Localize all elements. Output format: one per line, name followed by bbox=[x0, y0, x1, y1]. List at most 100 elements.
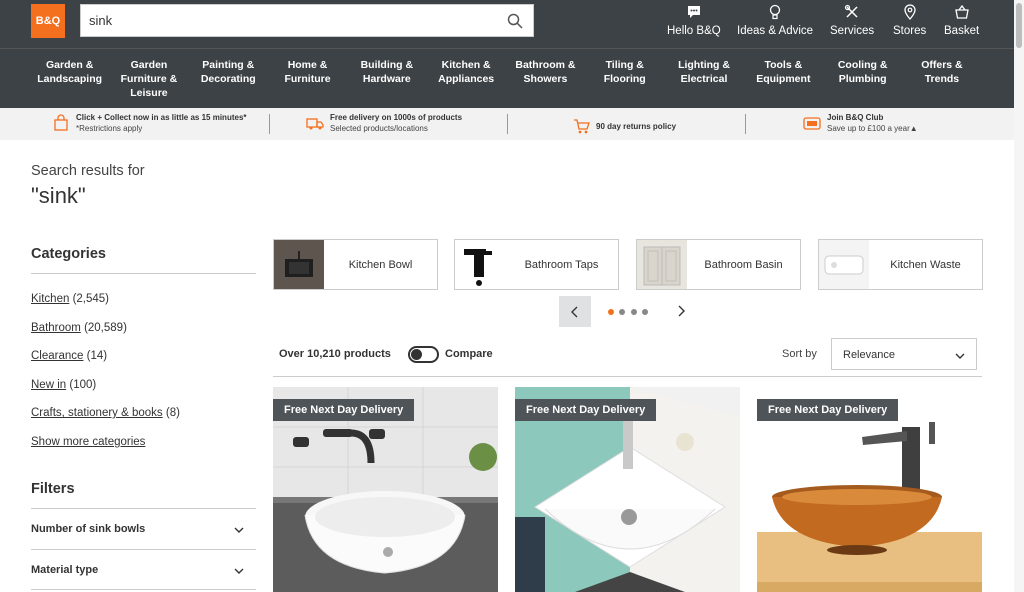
top-nav-basket[interactable]: Basket bbox=[944, 4, 979, 44]
carousel-dot-active[interactable] bbox=[608, 309, 614, 315]
category-bathroom-showers[interactable]: Bathroom & Showers bbox=[506, 49, 585, 108]
search-bar bbox=[80, 4, 534, 37]
filter-material-type[interactable]: Material type bbox=[31, 564, 256, 576]
club-card-icon bbox=[803, 117, 821, 130]
tile-bathroom-taps[interactable]: Bathroom Taps bbox=[454, 239, 619, 290]
product-card[interactable]: Free Next Day Delivery bbox=[515, 387, 740, 592]
free-delivery-badge: Free Next Day Delivery bbox=[515, 399, 657, 421]
results-query: "sink" bbox=[31, 183, 86, 208]
show-more-label[interactable]: Show more categories bbox=[31, 436, 145, 448]
sidebar-category-new-in[interactable]: New in (100) bbox=[31, 379, 96, 391]
location-pin-icon bbox=[903, 4, 916, 20]
category-link-name[interactable]: Bathroom bbox=[31, 322, 81, 334]
bulb-icon bbox=[769, 4, 781, 20]
chat-icon bbox=[687, 6, 700, 18]
product-card[interactable]: Free Next Day Delivery bbox=[273, 387, 498, 592]
promo-divider bbox=[507, 114, 508, 134]
top-nav-label: Stores bbox=[893, 25, 927, 37]
category-link-name[interactable]: Clearance bbox=[31, 350, 83, 362]
search-input[interactable] bbox=[81, 5, 481, 36]
promo-subtitle: Selected products/locations bbox=[330, 124, 428, 133]
filter-number-of-sink-bowls[interactable]: Number of sink bowls bbox=[31, 523, 256, 535]
category-count: (2,545) bbox=[72, 293, 109, 305]
category-lighting-electrical[interactable]: Lighting & Electrical bbox=[664, 49, 743, 108]
top-nav-label: Ideas & Advice bbox=[737, 25, 814, 37]
search-icon[interactable] bbox=[507, 13, 523, 29]
category-nav: Garden & Landscaping Garden Furniture & … bbox=[0, 48, 1014, 108]
sort-select[interactable]: Relevance bbox=[831, 338, 977, 370]
category-tools-equipment[interactable]: Tools & Equipment bbox=[744, 49, 823, 108]
sidebar-category-kitchen[interactable]: Kitchen (2,545) bbox=[31, 293, 109, 305]
chevron-down-icon bbox=[955, 353, 965, 359]
category-cooling-plumbing[interactable]: Cooling & Plumbing bbox=[823, 49, 902, 108]
filters-title: Filters bbox=[31, 481, 75, 497]
promo-title: 90 day returns policy bbox=[596, 121, 677, 131]
divider bbox=[31, 508, 256, 509]
page-scrollbar[interactable] bbox=[1014, 0, 1024, 592]
category-painting-decorating[interactable]: Painting & Decorating bbox=[189, 49, 268, 108]
show-more-categories-link[interactable]: Show more categories bbox=[31, 436, 145, 448]
chevron-down-icon bbox=[234, 527, 244, 533]
category-home-furniture[interactable]: Home & Furniture bbox=[268, 49, 347, 108]
kitchen-bowl-thumbnail bbox=[274, 240, 324, 289]
free-delivery-badge: Free Next Day Delivery bbox=[273, 399, 415, 421]
results-heading: Search results for bbox=[31, 163, 145, 179]
promo-title: Free delivery on 1000s of products bbox=[330, 113, 463, 122]
tile-label: Kitchen Bowl bbox=[348, 258, 413, 271]
category-tiling-flooring[interactable]: Tiling & Flooring bbox=[585, 49, 664, 108]
promo-free-delivery[interactable]: Free delivery on 1000s of products Select… bbox=[306, 113, 462, 133]
promo-subtitle: Save up to £100 a year▲ bbox=[827, 124, 918, 133]
product-card[interactable]: Free Next Day Delivery bbox=[757, 387, 982, 592]
promo-title: Join B&Q Club bbox=[827, 113, 884, 122]
bq-logo[interactable]: B&Q bbox=[31, 4, 65, 38]
top-nav-hello-bq[interactable]: Hello B&Q bbox=[667, 4, 721, 44]
carousel-prev-button[interactable] bbox=[559, 296, 591, 327]
promo-returns[interactable]: 90 day returns policy bbox=[572, 117, 676, 135]
basket-icon bbox=[954, 4, 969, 19]
tile-label: Bathroom Basin bbox=[704, 258, 783, 271]
carousel-dot[interactable] bbox=[642, 309, 648, 315]
divider bbox=[31, 549, 256, 550]
top-nav-ideas-advice[interactable]: Ideas & Advice bbox=[737, 4, 813, 44]
category-garden-furniture[interactable]: Garden Furniture & Leisure bbox=[109, 49, 188, 108]
tile-bathroom-basin[interactable]: Bathroom Basin bbox=[636, 239, 801, 290]
carousel-dot[interactable] bbox=[619, 309, 625, 315]
sidebar-category-crafts[interactable]: Crafts, stationery & books (8) bbox=[31, 407, 180, 419]
promo-bar: Click + Collect now in as little as 15 m… bbox=[0, 108, 1014, 140]
category-count: (14) bbox=[86, 350, 108, 362]
top-nav-label: Basket bbox=[944, 25, 980, 37]
tile-label: Kitchen Waste bbox=[890, 258, 961, 271]
category-link-name[interactable]: New in bbox=[31, 379, 66, 391]
top-nav-stores[interactable]: Stores bbox=[893, 4, 926, 44]
category-building-hardware[interactable]: Building & Hardware bbox=[347, 49, 426, 108]
tile-kitchen-bowl[interactable]: Kitchen Bowl bbox=[273, 239, 438, 290]
category-offers-trends[interactable]: Offers & Trends bbox=[902, 49, 981, 108]
bathroom-taps-thumbnail bbox=[455, 240, 505, 289]
promo-title: Click + Collect now in as little as 15 m… bbox=[76, 113, 247, 122]
compare-toggle[interactable] bbox=[408, 346, 439, 363]
scrollbar-thumb[interactable] bbox=[1016, 3, 1022, 48]
carousel-next-button[interactable] bbox=[674, 303, 688, 319]
toolbar-divider bbox=[273, 376, 982, 377]
promo-bq-club[interactable]: Join B&Q Club Save up to £100 a year▲ bbox=[803, 113, 918, 133]
sidebar-category-bathroom[interactable]: Bathroom (20,589) bbox=[31, 322, 127, 334]
category-count: (100) bbox=[69, 379, 97, 391]
category-kitchen-appliances[interactable]: Kitchen & Appliances bbox=[426, 49, 505, 108]
kitchen-waste-thumbnail bbox=[819, 240, 869, 289]
top-nav-services[interactable]: Services bbox=[830, 4, 874, 44]
sort-by-label: Sort by bbox=[782, 348, 817, 360]
divider bbox=[31, 589, 256, 590]
tools-icon bbox=[844, 4, 858, 18]
carousel-dot[interactable] bbox=[631, 309, 637, 315]
tile-kitchen-waste[interactable]: Kitchen Waste bbox=[818, 239, 983, 290]
promo-click-collect[interactable]: Click + Collect now in as little as 15 m… bbox=[52, 113, 247, 133]
sidebar-category-clearance[interactable]: Clearance (14) bbox=[31, 350, 107, 362]
category-link-name[interactable]: Kitchen bbox=[31, 293, 69, 305]
bag-icon bbox=[54, 114, 68, 131]
category-garden-landscaping[interactable]: Garden & Landscaping bbox=[30, 49, 109, 108]
category-link-name[interactable]: Crafts, stationery & books bbox=[31, 407, 163, 419]
trolley-icon bbox=[574, 119, 590, 134]
top-nav-label: Hello B&Q bbox=[667, 25, 721, 37]
bathroom-basin-thumbnail bbox=[637, 240, 687, 289]
divider bbox=[31, 273, 256, 274]
